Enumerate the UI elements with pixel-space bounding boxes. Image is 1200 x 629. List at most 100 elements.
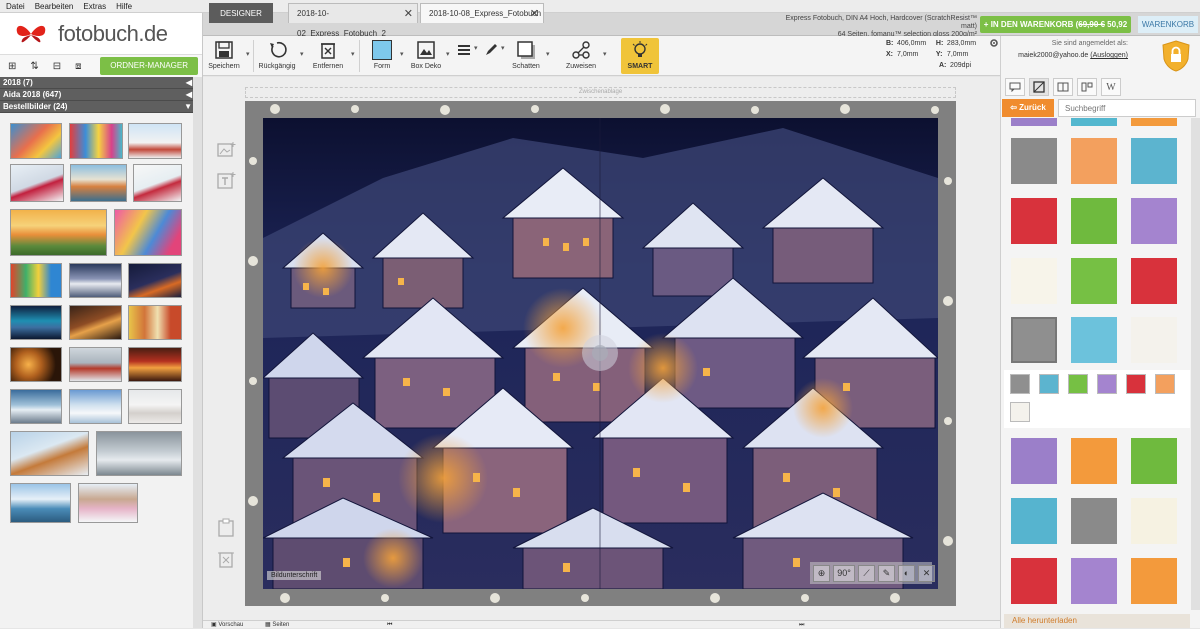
background-tile[interactable] xyxy=(1011,498,1057,544)
edit-icon[interactable]: ✎ xyxy=(878,564,895,582)
undo-button[interactable]: Rückgängig xyxy=(257,38,297,74)
photo-thumbnail[interactable] xyxy=(69,347,122,382)
photo-thumbnail[interactable] xyxy=(69,305,122,340)
background-tile[interactable] xyxy=(1071,118,1117,126)
add-to-cart-button[interactable]: + IN DEN WARENKORB (69,90 € 50,92 €) xyxy=(980,16,1131,46)
left-scrollbar[interactable] xyxy=(193,77,202,628)
tab-wordart[interactable]: W xyxy=(1101,78,1121,96)
background-variant[interactable] xyxy=(1097,374,1117,394)
dropdown-caret-icon[interactable]: ▾ xyxy=(474,44,478,52)
background-tile[interactable] xyxy=(1071,558,1117,604)
smart-button[interactable]: SMART xyxy=(621,38,659,74)
add-text-icon[interactable] xyxy=(216,171,236,191)
move-icon[interactable]: ⊕ xyxy=(813,564,830,582)
clipboard-icon[interactable] xyxy=(216,518,236,538)
rotate-button[interactable]: 90° xyxy=(833,564,855,582)
save-button[interactable]: Speichern xyxy=(207,38,241,74)
select-button[interactable]: ⧈ xyxy=(71,60,85,73)
close-icon[interactable]: ✕ xyxy=(918,564,935,582)
background-tile[interactable] xyxy=(1071,438,1117,484)
tab-backgrounds[interactable] xyxy=(1029,78,1049,96)
menu-datei[interactable]: Datei xyxy=(6,0,25,12)
background-tile[interactable] xyxy=(1011,317,1057,363)
photo-thumbnail[interactable] xyxy=(69,389,122,424)
folder-aida-2018[interactable]: Aida 2018 (647) ◀ xyxy=(0,89,202,101)
background-tile[interactable] xyxy=(1131,198,1177,244)
tab-document-2[interactable]: 2018-10-02_Express_Fotobuch_2 ✕ xyxy=(288,3,418,38)
layout-button[interactable]: ⊟ xyxy=(49,60,65,73)
brand-logo[interactable]: fotobuch.de xyxy=(0,13,202,55)
background-tile[interactable] xyxy=(1071,138,1117,184)
photo-thumbnail[interactable] xyxy=(96,431,182,476)
tab-frames[interactable] xyxy=(1077,78,1097,96)
shape-button[interactable]: Form xyxy=(367,38,397,74)
folder-2018[interactable]: 2018 (7) ◀ xyxy=(0,77,202,89)
winter-village-photo[interactable] xyxy=(263,118,938,589)
background-variant[interactable] xyxy=(1039,374,1059,394)
photo-thumbnail[interactable] xyxy=(128,123,182,159)
menu-bearbeiten[interactable]: Bearbeiten xyxy=(35,0,74,12)
background-tile[interactable] xyxy=(1071,258,1117,304)
background-variant[interactable] xyxy=(1010,402,1030,422)
photo-thumbnail[interactable] xyxy=(10,305,62,340)
background-tile[interactable] xyxy=(1131,258,1177,304)
background-tile[interactable] xyxy=(1071,498,1117,544)
photo-thumbnail[interactable] xyxy=(69,263,122,298)
photo-thumbnail[interactable] xyxy=(128,263,182,298)
line-style-button[interactable] xyxy=(456,38,472,74)
tab-text[interactable] xyxy=(1005,78,1025,96)
dropdown-caret-icon[interactable]: ▾ xyxy=(400,50,404,58)
background-tile[interactable] xyxy=(1131,138,1177,184)
page-spread[interactable] xyxy=(245,101,956,606)
download-all-link[interactable]: Alle herunterladen xyxy=(1004,614,1190,628)
sort-button[interactable]: ⇅ xyxy=(26,60,42,73)
dropdown-caret-icon[interactable]: ▾ xyxy=(603,50,607,58)
dropdown-caret-icon[interactable]: ▾ xyxy=(246,50,250,58)
background-variant[interactable] xyxy=(1155,374,1175,394)
photo-thumbnail[interactable] xyxy=(114,209,182,256)
background-tile[interactable] xyxy=(1071,317,1117,363)
photo-thumbnail[interactable] xyxy=(128,305,182,340)
background-tile[interactable] xyxy=(1131,498,1177,544)
photo-thumbnail[interactable] xyxy=(10,164,64,202)
tab-designer[interactable]: DESIGNER xyxy=(209,3,273,23)
photo-thumbnail[interactable] xyxy=(128,347,182,382)
filter-icon[interactable]: ◐ xyxy=(898,564,915,582)
add-image-icon[interactable] xyxy=(216,140,236,160)
background-variant[interactable] xyxy=(1068,374,1088,394)
crop-icon[interactable]: ⟋ xyxy=(858,564,875,582)
menu-extras[interactable]: Extras xyxy=(83,0,106,12)
background-tile[interactable] xyxy=(1131,558,1177,604)
dropdown-caret-icon[interactable]: ▾ xyxy=(546,50,550,58)
warenkorb-button[interactable]: WARENKORB xyxy=(1138,16,1198,33)
shadow-button[interactable]: Schatten xyxy=(508,38,544,74)
assign-button[interactable]: Zuweisen xyxy=(563,38,599,74)
dropdown-caret-icon[interactable]: ▾ xyxy=(501,44,505,52)
back-button[interactable]: ⇦ Zurück xyxy=(1002,99,1054,117)
remove-button[interactable]: Entfernen xyxy=(309,38,347,74)
background-tile[interactable] xyxy=(1011,138,1057,184)
background-tile[interactable] xyxy=(1011,118,1057,126)
photo-thumbnail[interactable] xyxy=(10,483,71,523)
folder-bestellbilder[interactable]: Bestellbilder (24) ▼ xyxy=(0,101,202,113)
background-tile[interactable] xyxy=(1131,317,1177,363)
photo-thumbnail[interactable] xyxy=(133,164,182,202)
tab-document-active[interactable]: 2018-10-08_Express_Fotobuch ✕ xyxy=(420,3,544,23)
photo-thumbnail[interactable] xyxy=(70,164,127,202)
trash-icon[interactable] xyxy=(216,549,236,569)
background-tile[interactable] xyxy=(1071,198,1117,244)
background-tile[interactable] xyxy=(1131,118,1177,126)
background-tile[interactable] xyxy=(1011,558,1057,604)
background-tile[interactable] xyxy=(1011,198,1057,244)
clipboard-zone[interactable]: Zwischenablage xyxy=(245,87,956,98)
photo-thumbnail[interactable] xyxy=(10,209,107,256)
photo-thumbnail[interactable] xyxy=(10,123,62,159)
view-grid-button[interactable]: ⊞ xyxy=(4,60,20,73)
menu-hilfe[interactable]: Hilfe xyxy=(116,0,132,12)
search-input[interactable] xyxy=(1058,99,1196,117)
photo-thumbnail[interactable] xyxy=(78,483,138,523)
logout-link[interactable]: (Ausloggen) xyxy=(1090,52,1128,59)
background-tile[interactable] xyxy=(1131,438,1177,484)
box-deco-button[interactable]: Box Deko xyxy=(409,38,443,74)
right-scrollbar[interactable] xyxy=(1191,118,1200,610)
